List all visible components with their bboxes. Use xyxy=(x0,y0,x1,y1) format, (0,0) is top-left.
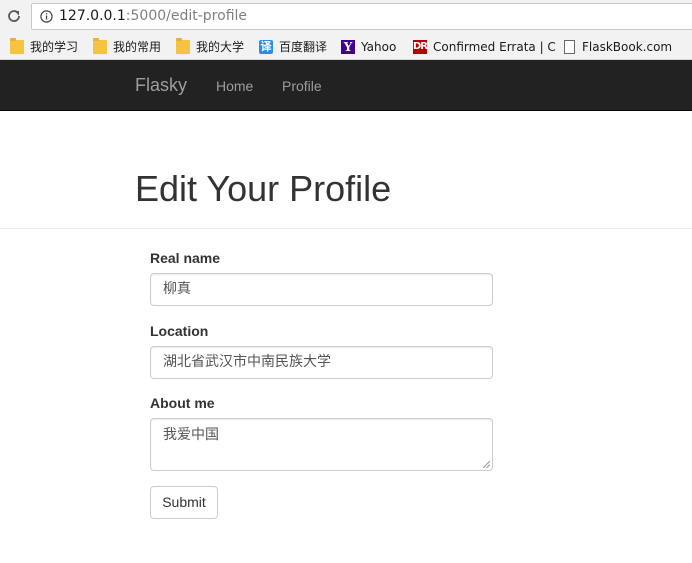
reload-icon[interactable] xyxy=(6,8,22,24)
folder-icon xyxy=(10,38,24,54)
nav-home-link[interactable]: Home xyxy=(216,77,253,95)
nav-profile-link[interactable]: Profile xyxy=(282,77,322,95)
oreilly-icon: DR xyxy=(413,40,428,54)
brand-link[interactable]: Flasky xyxy=(135,75,187,95)
page-icon xyxy=(564,40,575,54)
location-label: Location xyxy=(150,323,209,339)
real-name-label: Real name xyxy=(150,250,221,266)
about-me-textarea[interactable]: 我爱中国 xyxy=(150,418,493,471)
url-field[interactable]: 127.0.0.1:5000/edit-profile xyxy=(31,3,692,30)
navbar: Flasky Home Profile xyxy=(0,60,692,111)
bookmarks-bar: 我的学习 我的常用 我的大学 译 百度翻译 Y Yahoo DR Confirm… xyxy=(0,35,692,60)
baidu-translate-icon: 译 xyxy=(259,40,273,54)
page-title: Edit Your Profile xyxy=(135,168,392,209)
about-me-text: 我爱中国 xyxy=(163,427,219,443)
yahoo-icon: Y xyxy=(341,40,355,54)
url-text: 127.0.0.1:5000/edit-profile xyxy=(59,8,248,24)
page-header: Edit Your Profile xyxy=(0,111,692,229)
info-icon[interactable] xyxy=(40,10,53,23)
folder-icon xyxy=(93,38,107,54)
real-name-input[interactable]: 柳真 xyxy=(150,273,493,306)
submit-button[interactable]: Submit xyxy=(150,486,218,519)
resize-handle-icon[interactable] xyxy=(482,460,490,468)
folder-icon xyxy=(176,38,190,54)
location-input[interactable]: 湖北省武汉市中南民族大学 xyxy=(150,346,493,379)
browser-address-bar: 127.0.0.1:5000/edit-profile xyxy=(0,0,692,35)
about-me-label: About me xyxy=(150,395,215,411)
